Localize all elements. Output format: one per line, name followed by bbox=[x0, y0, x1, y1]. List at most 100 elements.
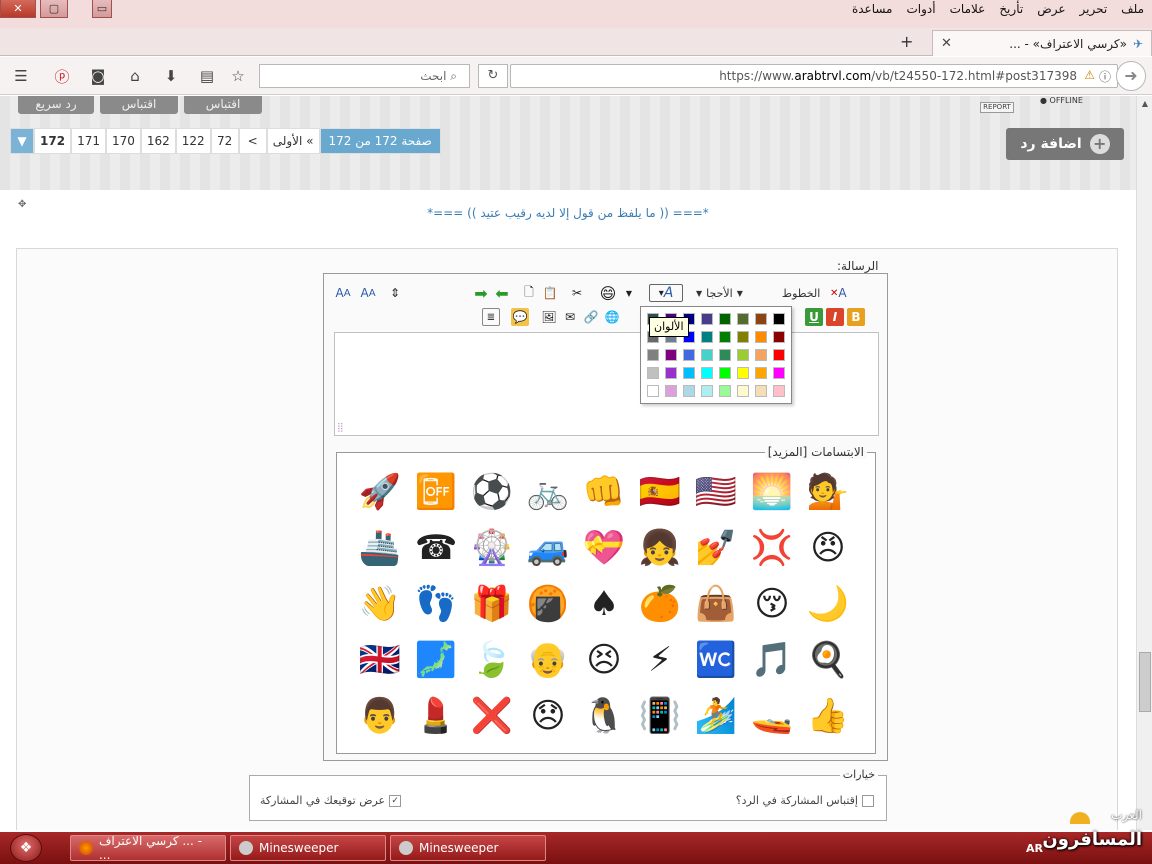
smiley-item[interactable]: 🍘 bbox=[525, 581, 571, 627]
pocket-icon[interactable]: ◙ bbox=[87, 65, 109, 87]
home-icon[interactable]: ⌂ bbox=[124, 65, 146, 87]
menu-view[interactable]: عرض bbox=[1035, 2, 1067, 16]
smiley-item[interactable]: 🌙 bbox=[805, 581, 851, 627]
color-swatch[interactable] bbox=[737, 331, 749, 343]
remove-format-icon[interactable]: ✕ A bbox=[829, 284, 847, 302]
page-link[interactable]: 122 bbox=[175, 128, 211, 154]
image-icon[interactable]: 🖼 bbox=[540, 308, 558, 326]
color-swatch[interactable] bbox=[683, 385, 695, 397]
library-icon[interactable]: ▤ bbox=[196, 65, 218, 87]
tab-close-icon[interactable]: ✕ bbox=[941, 36, 952, 51]
tab-forum-thread[interactable]: ✈ «كرسي الاعتراف» - ... ✕ bbox=[932, 30, 1152, 56]
taskbar-item-minesweeper-1[interactable]: Minesweeper bbox=[230, 835, 386, 861]
window-maximize-button[interactable]: ▢ bbox=[40, 0, 68, 18]
quote-post-checkbox[interactable] bbox=[862, 794, 874, 807]
menu-tools[interactable]: أدوات bbox=[905, 2, 938, 16]
smiley-item[interactable]: 🏄 bbox=[693, 693, 739, 739]
report-button[interactable]: REPORT bbox=[980, 102, 1014, 113]
add-reply-button[interactable]: + اضافة رد bbox=[1006, 128, 1124, 160]
color-swatch[interactable] bbox=[737, 385, 749, 397]
start-button[interactable]: ❖ bbox=[10, 834, 42, 862]
smiley-item[interactable]: 🚙 bbox=[525, 525, 571, 571]
scrollbar-thumb[interactable] bbox=[1139, 652, 1151, 712]
taskbar-item-minesweeper-2[interactable]: Minesweeper bbox=[390, 835, 546, 861]
color-dropdown-icon[interactable]: ▾ A bbox=[649, 284, 683, 302]
smiley-item[interactable]: 😞 bbox=[525, 693, 571, 739]
page-first-link[interactable]: الأولى « bbox=[266, 128, 320, 154]
color-swatch[interactable] bbox=[755, 331, 767, 343]
signature-option[interactable]: ✓ عرض توقيعك في المشاركة bbox=[260, 794, 402, 807]
color-swatch[interactable] bbox=[773, 367, 785, 379]
smiley-item[interactable]: 😚 bbox=[749, 581, 795, 627]
smiley-item[interactable]: 💁 bbox=[805, 469, 851, 515]
page-prev-link[interactable]: < bbox=[238, 128, 267, 154]
smiley-item[interactable]: 🐧 bbox=[581, 693, 627, 739]
color-swatch[interactable] bbox=[701, 331, 713, 343]
menu-edit[interactable]: تحرير bbox=[1078, 2, 1110, 16]
page-link[interactable]: 171 bbox=[71, 128, 106, 154]
paste-icon[interactable]: 📋 bbox=[541, 284, 559, 302]
color-swatch[interactable] bbox=[647, 349, 659, 361]
smiley-item[interactable]: 🚢 bbox=[357, 525, 403, 571]
color-swatch[interactable] bbox=[755, 367, 767, 379]
smiley-item[interactable]: 🍳 bbox=[805, 637, 851, 683]
color-swatch[interactable] bbox=[773, 385, 785, 397]
color-swatch[interactable] bbox=[719, 331, 731, 343]
smiley-item[interactable]: 💢 bbox=[749, 525, 795, 571]
smiley-item[interactable]: 🚲 bbox=[525, 469, 571, 515]
color-swatch[interactable] bbox=[719, 385, 731, 397]
smiley-item[interactable]: ☎ bbox=[413, 525, 459, 571]
pinterest-icon[interactable]: ⓟ bbox=[51, 65, 73, 87]
color-swatch[interactable] bbox=[665, 349, 677, 361]
color-swatch[interactable] bbox=[737, 367, 749, 379]
smiley-item[interactable]: ⚽ bbox=[469, 469, 515, 515]
menu-help[interactable]: مساعدة bbox=[850, 2, 895, 16]
smiley-item[interactable]: 🍊 bbox=[637, 581, 683, 627]
color-swatch[interactable] bbox=[665, 367, 677, 379]
page-link[interactable]: 72 bbox=[210, 128, 239, 154]
taskbar-item-firefox[interactable]: كرسي الاعتراف ... - ... bbox=[70, 834, 226, 862]
smiley-item[interactable]: 🎵 bbox=[749, 637, 795, 683]
color-swatch[interactable] bbox=[737, 349, 749, 361]
color-swatch[interactable] bbox=[701, 367, 713, 379]
color-swatch[interactable] bbox=[683, 367, 695, 379]
search-input[interactable]: ابحث ⌕ bbox=[259, 64, 470, 88]
page-link[interactable]: 170 bbox=[105, 128, 141, 154]
smiley-item[interactable]: 💅 bbox=[693, 525, 739, 571]
smiley-item[interactable]: 🚾 bbox=[693, 637, 739, 683]
smiley-item[interactable]: 👧 bbox=[637, 525, 683, 571]
color-swatch[interactable] bbox=[683, 349, 695, 361]
resize-vertical-icon[interactable]: ⇕ bbox=[386, 284, 404, 302]
new-tab-button[interactable]: + bbox=[900, 32, 913, 51]
smiley-item[interactable]: 🎁 bbox=[469, 581, 515, 627]
url-bar[interactable]: https://www.arabtrvl.com/vb/t24550-172.h… bbox=[510, 64, 1118, 88]
color-swatch[interactable] bbox=[773, 313, 785, 325]
scroll-up-icon[interactable]: ▲ bbox=[1137, 96, 1152, 112]
smiley-item[interactable]: 💄 bbox=[413, 693, 459, 739]
smiley-item[interactable]: 💝 bbox=[581, 525, 627, 571]
italic-button[interactable]: I bbox=[826, 308, 844, 326]
smiley-item[interactable]: ♠ bbox=[581, 581, 627, 627]
menu-file[interactable]: ملف bbox=[1119, 2, 1146, 16]
smiley-item[interactable]: 🇪🇸 bbox=[637, 469, 683, 515]
reload-button[interactable]: ↻ bbox=[478, 64, 508, 88]
redo-arrow-icon[interactable]: ➡ bbox=[472, 284, 490, 303]
color-swatch[interactable] bbox=[737, 313, 749, 325]
color-swatch[interactable] bbox=[719, 313, 731, 325]
smiley-item[interactable]: 🎡 bbox=[469, 525, 515, 571]
site-info-icon[interactable]: ⓘ bbox=[1099, 68, 1111, 85]
bold-button[interactable]: B bbox=[847, 308, 865, 326]
undo-arrow-icon[interactable]: ⬅ bbox=[493, 284, 511, 303]
signature-checkbox[interactable]: ✓ bbox=[389, 794, 402, 807]
color-swatch[interactable] bbox=[755, 385, 767, 397]
smiley-item[interactable]: 📳 bbox=[637, 693, 683, 739]
page-scrollbar[interactable]: ▲ bbox=[1136, 96, 1152, 830]
cut-icon[interactable]: ✂ bbox=[568, 284, 586, 302]
color-swatch[interactable] bbox=[773, 349, 785, 361]
color-swatch[interactable] bbox=[701, 313, 713, 325]
smiley-item[interactable]: 👜 bbox=[693, 581, 739, 627]
color-swatch[interactable] bbox=[755, 349, 767, 361]
smiley-item[interactable]: 🇺🇸 bbox=[693, 469, 739, 515]
color-swatch[interactable] bbox=[647, 385, 659, 397]
smiley-item[interactable]: 👨 bbox=[357, 693, 403, 739]
